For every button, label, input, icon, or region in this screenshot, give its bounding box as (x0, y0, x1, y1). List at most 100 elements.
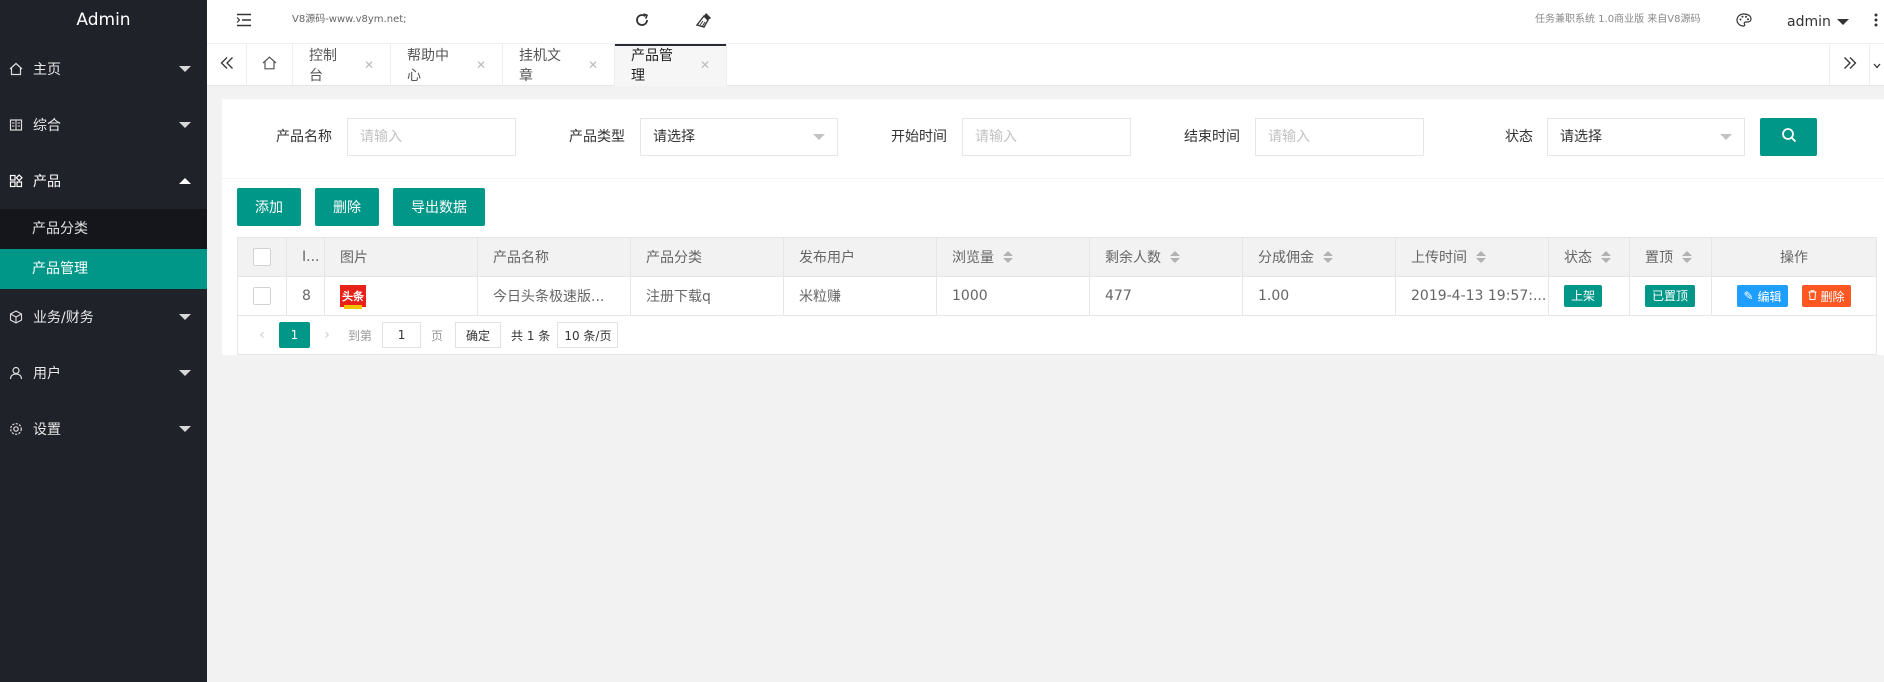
clear-cache-button[interactable] (689, 0, 719, 44)
tabs-menu-button[interactable] (1869, 44, 1884, 86)
user-menu[interactable]: admin (1787, 0, 1849, 44)
sidebar-subitem-product-category[interactable]: 产品分类 (0, 209, 207, 249)
cell-status: 上架 (1549, 277, 1630, 315)
header-status[interactable]: 状态 (1549, 238, 1630, 276)
header-upload-time[interactable]: 上传时间 (1396, 238, 1549, 276)
sort-icon[interactable] (1682, 251, 1692, 263)
current-page[interactable]: 1 (279, 322, 310, 348)
header-image: 图片 (325, 238, 478, 276)
brand-logo[interactable]: Admin (0, 0, 207, 41)
start-time-label: 开始时间 (891, 129, 947, 145)
close-icon[interactable]: ✕ (476, 58, 486, 72)
header-commission[interactable]: 分成佣金 (1243, 238, 1396, 276)
sidebar-item-users[interactable]: 用户 (0, 345, 207, 401)
more-button[interactable] (1869, 0, 1883, 44)
product-name-input[interactable] (347, 118, 516, 156)
tabs-scroll-right-button[interactable] (1829, 44, 1869, 86)
search-button[interactable] (1760, 118, 1817, 156)
tabs-scroll-left-button[interactable] (207, 44, 247, 86)
sidebar: Admin 主页 综合 产品 产品分类 产品管理 业务/财务 用户 设置 (0, 0, 207, 682)
select-all-checkbox[interactable] (253, 248, 271, 266)
chevron-down-icon (179, 314, 191, 320)
close-icon[interactable]: ✕ (588, 58, 598, 72)
user-icon (7, 364, 25, 382)
start-time-input[interactable] (962, 118, 1131, 156)
theme-button[interactable] (1729, 0, 1759, 44)
product-type-select[interactable]: 请选择 (640, 118, 838, 156)
sort-icon[interactable] (1170, 251, 1180, 263)
gear-icon (7, 420, 25, 438)
product-image[interactable]: 头条 (340, 285, 366, 309)
end-time-input[interactable] (1255, 118, 1424, 156)
chevron-up-icon (179, 178, 191, 184)
sidebar-item-home[interactable]: 主页 (0, 41, 207, 97)
sort-icon[interactable] (1601, 251, 1611, 263)
top-badge[interactable]: 已置顶 (1645, 285, 1696, 307)
tab-help-center[interactable]: 帮助中心 ✕ (391, 44, 503, 86)
goto-label: 到第 (348, 328, 373, 343)
chevron-down-icon (1873, 57, 1881, 73)
status-badge[interactable]: 上架 (1564, 285, 1603, 307)
batch-delete-button[interactable]: 删除 (315, 188, 379, 226)
header-product-category: 产品分类 (631, 238, 784, 276)
topbar: V8源码-www.v8ym.net; 任务兼职系统 1.0商业版 来自V8源码 … (207, 0, 1884, 44)
cell-views: 1000 (937, 277, 1090, 315)
delete-button[interactable]: 删除 (1801, 285, 1851, 307)
sidebar-subitem-product-manage[interactable]: 产品管理 (0, 249, 207, 289)
export-data-button[interactable]: 导出数据 (393, 188, 485, 226)
brush-icon (695, 12, 713, 32)
tab-home[interactable] (247, 44, 293, 86)
chevron-down-icon (1720, 134, 1732, 140)
sidebar-item-general[interactable]: 综合 (0, 97, 207, 153)
page-number-input[interactable] (382, 322, 422, 348)
confirm-page-button[interactable]: 确定 (455, 322, 502, 348)
tab-product-manage[interactable]: 产品管理 ✕ (615, 44, 727, 86)
sidebar-item-product[interactable]: 产品 (0, 153, 207, 209)
site-link[interactable]: V8源码-www.v8ym.net; (292, 0, 407, 44)
sidebar-item-business[interactable]: 业务/财务 (0, 289, 207, 345)
end-time-label: 结束时间 (1184, 129, 1240, 145)
sidebar-item-label: 产品 (33, 174, 61, 190)
header-id[interactable]: I... (287, 238, 325, 276)
refresh-button[interactable] (627, 0, 657, 44)
header-top[interactable]: 置顶 (1630, 238, 1712, 276)
prev-page-icon[interactable]: ‹ (251, 327, 273, 343)
row-checkbox[interactable] (253, 287, 271, 305)
cell-upload-time: 2019-4-13 19:57:... (1396, 277, 1549, 315)
sidebar-item-settings[interactable]: 设置 (0, 401, 207, 457)
cell-product-category: 注册下载q (631, 277, 784, 315)
tab-hang-articles[interactable]: 挂机文章 ✕ (503, 44, 615, 86)
header-product-name: 产品名称 (478, 238, 631, 276)
status-select[interactable]: 请选择 (1547, 118, 1745, 156)
sort-icon[interactable] (1003, 251, 1013, 263)
sort-icon[interactable] (1323, 251, 1333, 263)
table-header-row: I... 图片 产品名称 产品分类 发布用户 浏览量 剩余人数 分成佣金 上传时… (238, 238, 1876, 277)
edit-button[interactable]: ✎ 编辑 (1737, 285, 1788, 307)
trash-icon (1808, 289, 1817, 303)
sidebar-item-label: 用户 (33, 366, 61, 382)
tab-bar: 控制台 ✕ 帮助中心 ✕ 挂机文章 ✕ 产品管理 ✕ (207, 44, 1884, 86)
select-value: 请选择 (653, 129, 695, 145)
tab-label: 挂机文章 (519, 48, 561, 84)
close-icon[interactable]: ✕ (364, 58, 374, 72)
page-size-select[interactable]: 10 条/页 (557, 322, 619, 348)
select-all-cell (238, 238, 287, 276)
home-icon (7, 60, 25, 78)
sort-icon[interactable] (1476, 251, 1486, 263)
header-remaining[interactable]: 剩余人数 (1090, 238, 1243, 276)
close-icon[interactable]: ✕ (700, 58, 710, 72)
add-button[interactable]: 添加 (237, 188, 301, 226)
menu-toggle-button[interactable] (229, 0, 259, 44)
total-count: 共 1 条 (511, 328, 551, 343)
product-name-label: 产品名称 (276, 129, 332, 145)
next-page-icon[interactable]: › (316, 327, 338, 343)
product-type-label: 产品类型 (569, 129, 625, 145)
cell-top: 已置顶 (1630, 277, 1712, 315)
header-views[interactable]: 浏览量 (937, 238, 1090, 276)
tab-console[interactable]: 控制台 ✕ (293, 44, 391, 86)
double-chevron-left-icon (220, 56, 234, 74)
search-icon (1781, 127, 1797, 147)
content-card: 产品名称 产品类型 请选择 开始时间 结束时间 状态 请选择 添加 删除 导出数… (222, 99, 1884, 355)
more-vertical-icon (1874, 13, 1878, 31)
table-row: 8 头条 今日头条极速版... 注册下载q 米粒赚 1000 477 1.00 … (238, 277, 1876, 316)
